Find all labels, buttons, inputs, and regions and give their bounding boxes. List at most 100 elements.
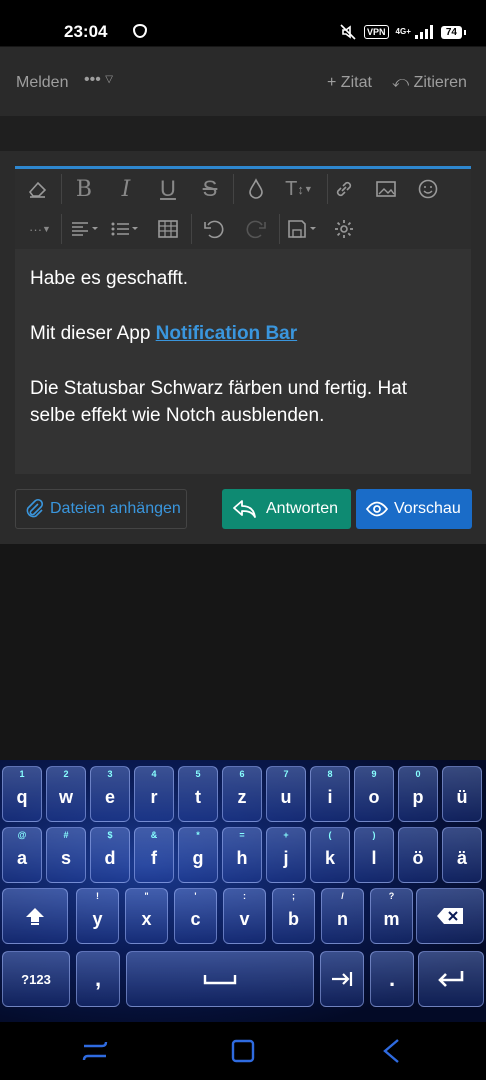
comma-key[interactable]: , — [76, 951, 120, 1007]
redo-icon[interactable] — [241, 214, 271, 244]
key-h[interactable]: = h — [222, 827, 262, 883]
key-ä[interactable]: ä — [442, 827, 482, 883]
cite-button[interactable]: ⤺ Zitieren — [392, 74, 467, 92]
editor-line: Mit dieser App Notification Bar — [30, 320, 456, 347]
key-hint: & — [150, 830, 158, 840]
key-j[interactable]: + j — [266, 827, 306, 883]
key-label: u — [280, 786, 292, 807]
tab-key[interactable] — [320, 951, 364, 1007]
link-icon[interactable] — [329, 174, 359, 204]
key-b[interactable]: ; b — [272, 888, 315, 944]
key-l[interactable]: ) l — [354, 827, 394, 883]
editor-line-text: Mit dieser App — [30, 323, 156, 344]
table-icon[interactable] — [153, 214, 183, 244]
color-drop-icon[interactable] — [241, 174, 271, 204]
vpn-badge: VPN — [364, 25, 389, 39]
font-size-icon[interactable]: T ↕ ▼ — [281, 174, 317, 204]
backspace-key[interactable] — [416, 888, 484, 944]
key-p[interactable]: 0p — [398, 766, 438, 822]
editor-toolbar: B I U S T ↕ ▼ ··· ▼ — [15, 169, 471, 249]
key-label: k — [324, 847, 335, 868]
key-y[interactable]: ! y — [76, 888, 119, 944]
settings-gear-icon[interactable] — [329, 214, 359, 244]
key-label: t — [195, 786, 201, 807]
image-icon[interactable] — [371, 174, 401, 204]
list-icon[interactable] — [109, 214, 143, 244]
eraser-icon[interactable] — [23, 174, 53, 204]
soft-keyboard: 1 q 2 w 3 e 4 r 5 t 6 z 7 u 8 i 9 o 0 p ü @ a # s $ d & f * g = h + j(k) l ö… — [0, 760, 486, 1022]
smiley-icon[interactable] — [413, 174, 443, 204]
signal-icon — [414, 25, 433, 39]
app-link[interactable]: Notification Bar — [156, 323, 297, 344]
strikethrough-icon[interactable]: S — [195, 174, 225, 204]
key-hint: ? — [388, 891, 395, 901]
key-i[interactable]: 8i — [310, 766, 350, 822]
battery-icon: 74 — [440, 25, 467, 39]
key-q[interactable]: 1q — [2, 766, 42, 822]
screen: 23:04 VPN 4G+ 74 Melden ••• ▽ + Zitat ⤺ … — [0, 0, 486, 1080]
key-hint: 6 — [239, 769, 245, 779]
key-g[interactable]: * g — [178, 827, 218, 883]
key-label: s — [60, 847, 71, 868]
underline-icon[interactable]: U — [153, 174, 183, 204]
key-f[interactable]: & f — [134, 827, 174, 883]
undo-icon[interactable] — [199, 214, 229, 244]
key-label: a — [16, 847, 27, 868]
key-m[interactable]: ? m — [370, 888, 413, 944]
more-menu[interactable]: ••• ▽ — [84, 71, 113, 89]
attach-files-button[interactable]: Dateien anhängen — [15, 489, 187, 529]
home-icon[interactable] — [228, 1036, 258, 1066]
key-r[interactable]: 4r — [134, 766, 174, 822]
save-draft-icon[interactable] — [285, 214, 321, 244]
space-icon — [203, 975, 237, 985]
key-hint: @ — [17, 830, 27, 840]
key-ö[interactable]: ö — [398, 827, 438, 883]
key-w[interactable]: 2w — [46, 766, 86, 822]
enter-key[interactable] — [418, 951, 484, 1007]
key-v[interactable]: :v — [223, 888, 266, 944]
key-hint: 4 — [151, 769, 157, 779]
key-z[interactable]: 6z — [222, 766, 262, 822]
italic-icon[interactable]: I — [111, 174, 141, 204]
enter-icon — [438, 971, 464, 987]
key-hint: 5 — [195, 769, 201, 779]
align-icon[interactable] — [69, 214, 103, 244]
symbols-key[interactable]: ?123 — [2, 951, 70, 1007]
key-ü[interactable]: ü — [442, 766, 482, 822]
key-hint: 2 — [63, 769, 69, 779]
key-x[interactable]: " x — [125, 888, 168, 944]
mute-icon — [340, 24, 356, 40]
key-label: n — [337, 908, 348, 929]
preview-button[interactable]: Vorschau — [356, 489, 472, 529]
quote-button[interactable]: + Zitat — [327, 74, 372, 92]
key-s[interactable]: # s — [46, 827, 86, 883]
space-key[interactable] — [126, 951, 314, 1007]
key-d[interactable]: $ d — [90, 827, 130, 883]
reply-button[interactable]: Antworten — [222, 489, 351, 529]
key-label: e — [104, 786, 115, 807]
back-icon[interactable] — [376, 1036, 406, 1066]
shift-key[interactable] — [2, 888, 68, 944]
recent-apps-icon[interactable] — [80, 1036, 110, 1066]
key-n[interactable]: / n — [321, 888, 364, 944]
key-label: ü — [456, 786, 468, 807]
more-dots-icon[interactable]: ··· ▼ — [23, 214, 57, 244]
editor-content[interactable]: Habe es geschafft. Mit dieser App Notifi… — [15, 249, 471, 474]
key-a[interactable]: @ a — [2, 827, 42, 883]
key-label: v — [239, 908, 250, 929]
key-o[interactable]: 9o — [354, 766, 394, 822]
key-t[interactable]: 5t — [178, 766, 218, 822]
chevron-down-icon: ▽ — [105, 74, 113, 85]
key-u[interactable]: 7u — [266, 766, 306, 822]
key-hint: 3 — [107, 769, 113, 779]
bold-icon[interactable]: B — [69, 174, 99, 204]
key-c[interactable]: ' c — [174, 888, 217, 944]
key-hint: 0 — [415, 769, 421, 779]
key-label: c — [190, 908, 201, 929]
key-e[interactable]: 3e — [90, 766, 130, 822]
key-k[interactable]: (k — [310, 827, 350, 883]
status-icons: VPN 4G+ 74 — [339, 22, 467, 42]
period-key[interactable]: . — [370, 951, 414, 1007]
key-hint: / — [341, 891, 344, 901]
report-link[interactable]: Melden — [16, 74, 68, 92]
